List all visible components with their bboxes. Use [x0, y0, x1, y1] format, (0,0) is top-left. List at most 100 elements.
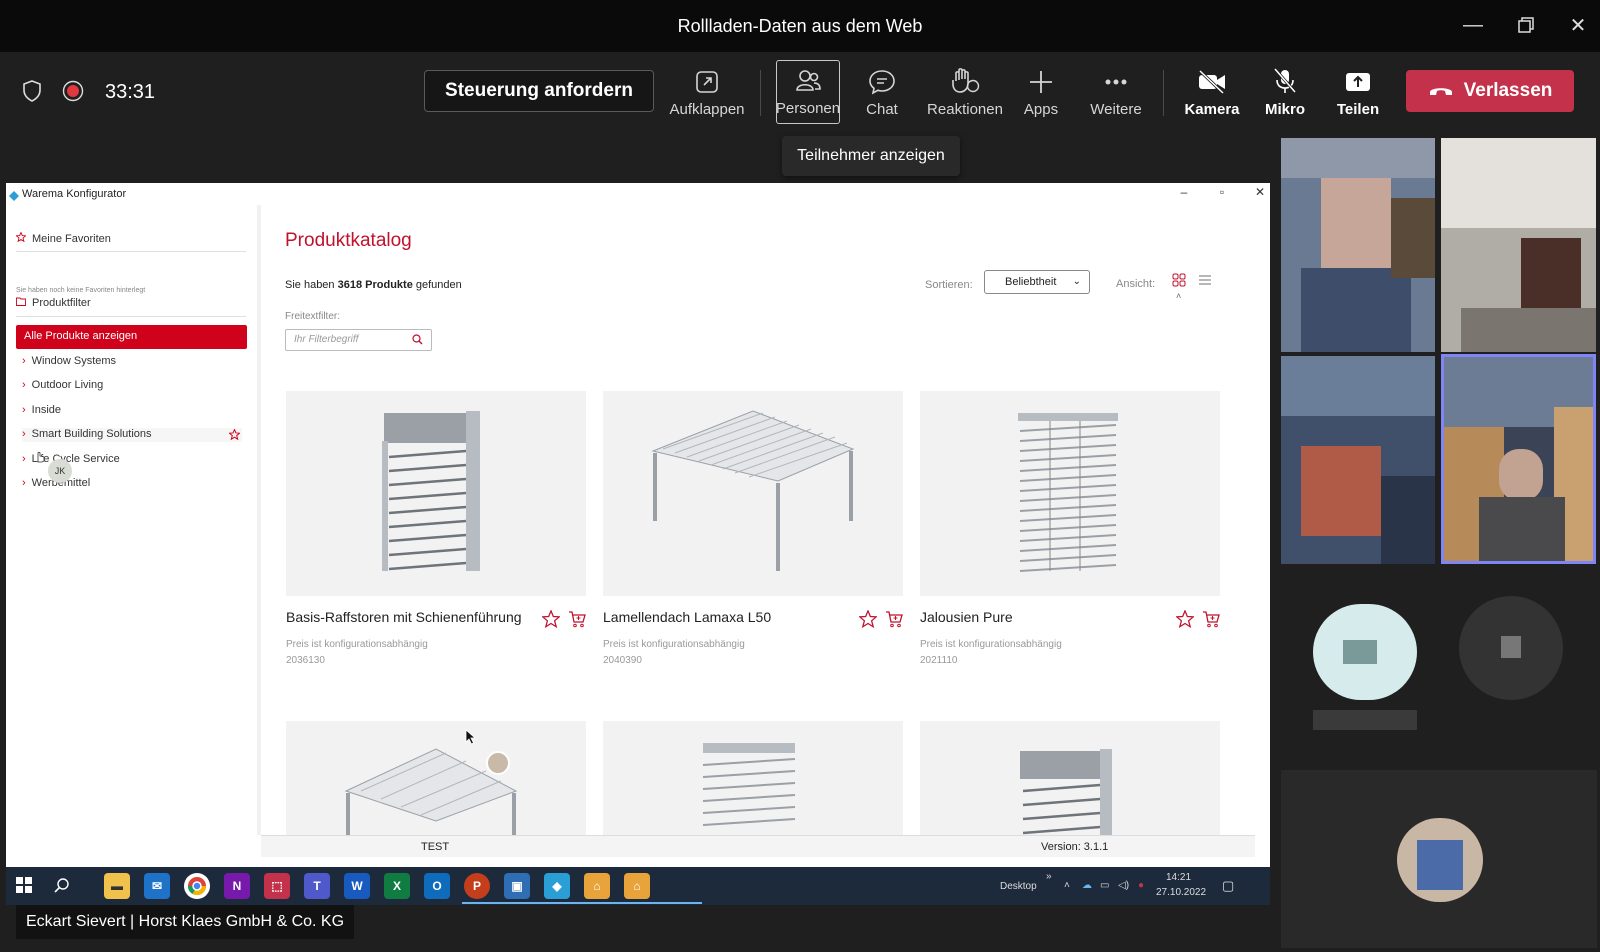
- product-image[interactable]: [603, 391, 903, 596]
- result-count: Sie haben 3618 Produkte gefunden: [285, 279, 462, 291]
- app-icon[interactable]: ▣: [504, 873, 530, 899]
- warema-icon[interactable]: ◆: [544, 873, 570, 899]
- sidebar-item-window-systems[interactable]: › Window Systems: [22, 355, 116, 367]
- warema-tool-icon[interactable]: ⌂: [624, 873, 650, 899]
- participant-video[interactable]: [1441, 138, 1596, 352]
- product-card[interactable]: Jalousien Pure Preis ist konfigurationsa…: [920, 391, 1220, 666]
- excel-icon[interactable]: X: [384, 873, 410, 899]
- notification-icon[interactable]: ▢: [1222, 878, 1234, 894]
- camera-button[interactable]: Kamera: [1180, 60, 1244, 124]
- product-price: Preis ist konfigurationsabhängig: [603, 639, 745, 650]
- list-view-icon[interactable]: [1198, 273, 1212, 292]
- app-title: Warema Konfigurator: [22, 188, 127, 200]
- presenter-name: Eckart Sievert | Horst Klaes GmbH & Co. …: [16, 905, 355, 939]
- favorite-star-icon[interactable]: [858, 609, 878, 633]
- search-icon[interactable]: [412, 334, 423, 348]
- reactions-button[interactable]: Reaktionen: [920, 60, 1010, 124]
- app-restore-button[interactable]: ▫: [1208, 185, 1236, 201]
- sidebar-item-smart-building[interactable]: › Smart Building Solutions: [22, 428, 242, 442]
- desktop-toolbar-label[interactable]: Desktop: [1000, 881, 1037, 892]
- onenote-icon[interactable]: N: [224, 873, 250, 899]
- favorite-star-icon[interactable]: [1175, 609, 1195, 633]
- sidebar-item-outdoor-living[interactable]: › Outdoor Living: [22, 379, 103, 391]
- request-control-button[interactable]: Steuerung anfordern: [424, 70, 654, 112]
- folder-icon: [16, 297, 26, 309]
- product-name[interactable]: Jalousien Pure: [920, 609, 1220, 629]
- participant-video-active[interactable]: [1441, 354, 1596, 564]
- product-card[interactable]: Basis-Raffstoren mit Schienenführung Pre…: [286, 391, 586, 666]
- status-icon[interactable]: ●: [1138, 880, 1144, 891]
- sidebar-item-inside[interactable]: › Inside: [22, 404, 61, 416]
- product-card[interactable]: [603, 721, 903, 835]
- mic-off-icon: [1273, 68, 1297, 93]
- page-title: Produktkatalog: [285, 230, 412, 251]
- sidebar: Meine Favoriten Sie haben noch keine Fav…: [6, 205, 261, 835]
- outlook-icon[interactable]: O: [424, 873, 450, 899]
- app-minimize-button[interactable]: –: [1170, 185, 1198, 201]
- mic-button[interactable]: Mikro: [1260, 60, 1310, 124]
- product-image[interactable]: [286, 721, 586, 835]
- mouse-cursor-icon: [465, 729, 477, 750]
- warema-konfigurator-icon[interactable]: ⌂: [584, 873, 610, 899]
- cart-icon[interactable]: [885, 610, 903, 633]
- search-input[interactable]: Ihr Filterbegriff: [285, 329, 432, 351]
- grid-view-icon[interactable]: [1172, 273, 1186, 292]
- product-name[interactable]: Basis-Raffstoren mit Schienenführung: [286, 609, 586, 629]
- mail-icon[interactable]: ✉: [144, 873, 170, 899]
- chevron-up-icon[interactable]: ˄: [1064, 880, 1070, 891]
- powerpoint-icon[interactable]: P: [464, 873, 490, 899]
- cart-icon[interactable]: [1202, 610, 1220, 633]
- freetext-label: Freitextfilter:: [285, 311, 341, 322]
- favorites-heading: Meine Favoriten: [15, 231, 111, 245]
- leave-button[interactable]: Verlassen: [1406, 70, 1574, 112]
- hand-icon: [952, 68, 980, 93]
- more-button[interactable]: Weitere: [1084, 60, 1148, 124]
- people-button[interactable]: Personen: [776, 60, 840, 124]
- file-explorer-icon[interactable]: ▬: [104, 873, 130, 899]
- share-button[interactable]: Teilen: [1333, 60, 1383, 124]
- participant-avatar[interactable]: [1313, 604, 1417, 700]
- product-card[interactable]: [920, 721, 1220, 835]
- chrome-icon[interactable]: [184, 873, 210, 899]
- favorites-title: Meine Favoriten: [32, 232, 111, 245]
- taskbar-time[interactable]: 14:21: [1166, 872, 1191, 883]
- chat-button[interactable]: Chat: [852, 60, 912, 124]
- product-card[interactable]: Lamellendach Lamaxa L50 Preis ist konfig…: [603, 391, 903, 666]
- battery-icon[interactable]: ▭: [1100, 880, 1109, 891]
- favorite-star-icon[interactable]: [541, 609, 561, 633]
- product-card[interactable]: [286, 721, 586, 835]
- pdf-icon[interactable]: ⬚: [264, 873, 290, 899]
- self-video-tile[interactable]: [1281, 770, 1597, 948]
- all-products-button[interactable]: Alle Produkte anzeigen: [16, 325, 247, 349]
- word-icon[interactable]: W: [344, 873, 370, 899]
- share-icon: [1346, 73, 1370, 91]
- windows-start-icon[interactable]: [16, 877, 32, 898]
- search-icon[interactable]: [54, 877, 70, 898]
- participant-video[interactable]: [1281, 138, 1435, 352]
- apps-button[interactable]: Apps: [1016, 60, 1066, 124]
- sort-select[interactable]: Beliebtheit ⌄: [984, 270, 1090, 294]
- taskbar-date[interactable]: 27.10.2022: [1156, 887, 1206, 898]
- favorite-star-icon[interactable]: [228, 428, 241, 443]
- teams-icon[interactable]: T: [304, 873, 330, 899]
- participant-video[interactable]: [1281, 356, 1435, 564]
- status-env: TEST: [421, 841, 450, 853]
- more-label: Weitere: [1090, 101, 1142, 118]
- product-image[interactable]: [286, 391, 586, 596]
- onedrive-icon[interactable]: ☁: [1082, 880, 1092, 891]
- filter-title: Produktfilter: [32, 297, 91, 309]
- product-name[interactable]: Lamellendach Lamaxa L50: [603, 609, 903, 629]
- product-image[interactable]: [603, 721, 903, 835]
- close-button[interactable]: ✕: [1561, 10, 1595, 40]
- product-image[interactable]: [920, 721, 1220, 835]
- participant-avatar[interactable]: [1459, 596, 1563, 700]
- sidebar-item-label: Smart Building Solutions: [31, 428, 152, 440]
- popout-button[interactable]: Aufklappen: [667, 60, 747, 124]
- camera-label: Kamera: [1184, 101, 1240, 118]
- minimize-button[interactable]: —: [1456, 10, 1490, 40]
- restore-button[interactable]: [1509, 10, 1543, 40]
- app-close-button[interactable]: ✕: [1246, 185, 1270, 201]
- volume-icon[interactable]: ◁): [1118, 880, 1129, 891]
- cart-icon[interactable]: [568, 610, 586, 633]
- product-image[interactable]: [920, 391, 1220, 596]
